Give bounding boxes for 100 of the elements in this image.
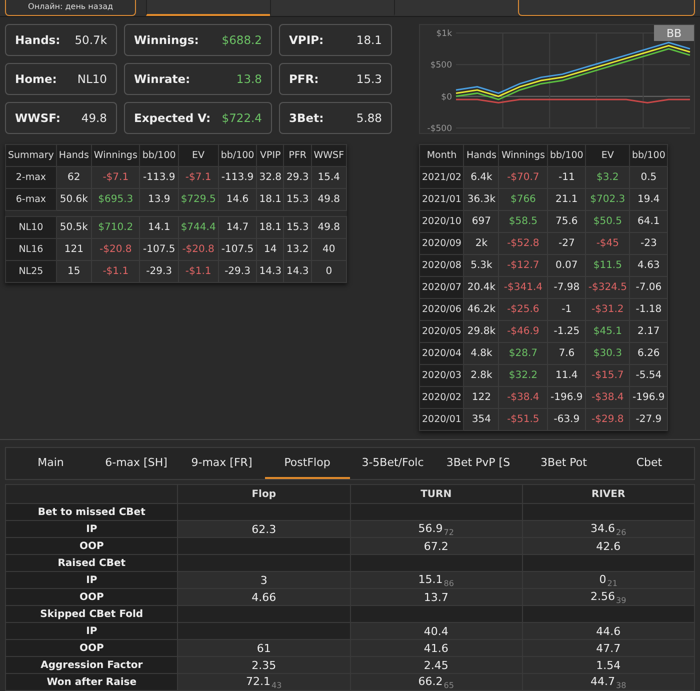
table-cell: 15.4 — [311, 166, 347, 188]
table-cell: -1 — [547, 298, 586, 320]
table-cell: 50.6k — [56, 188, 92, 210]
tick-label: $500 — [430, 60, 452, 71]
tab[interactable]: Main — [8, 448, 94, 479]
table-cell: -$52.8 — [498, 232, 548, 254]
table-cell: 4.8k — [464, 342, 499, 364]
table-cell: 66.2$_{65}$ — [350, 674, 522, 690]
row-label: IP — [6, 520, 178, 538]
table-cell: -$7.1 — [91, 166, 140, 188]
tab[interactable]: 3Bet Pot — [521, 448, 606, 479]
table-cell: 32.8 — [256, 166, 284, 188]
table-cell: 47.7 — [522, 640, 694, 656]
table-cell: 44.7$_{38}$ — [522, 674, 694, 690]
table-cell: 2.8k — [464, 364, 499, 386]
table-cell: -$38.4 — [498, 386, 548, 408]
table-cell: 56.9$_{72}$ — [350, 520, 522, 538]
table-cell: -$51.5 — [498, 408, 548, 430]
row-label: 2020/06 — [420, 298, 464, 320]
table-cell: 29.8k — [464, 320, 499, 342]
table-cell: 1.54 — [522, 656, 694, 674]
column-header: Hands — [56, 144, 92, 166]
table-cell: 72.1$_{43}$ — [178, 674, 350, 690]
table-cell: 2.35 — [178, 656, 350, 674]
table-cell: -$324.5 — [586, 276, 630, 298]
table-cell: -5.54 — [629, 364, 668, 386]
table-cell: 121 — [56, 238, 92, 260]
table-cell: 6.4k — [464, 166, 499, 188]
table-cell: 2.45 — [350, 656, 522, 674]
tab[interactable]: 3Bet PvP [S — [436, 448, 521, 479]
table-cell: -$46.9 — [498, 320, 548, 342]
table-cell: $729.5 — [178, 188, 218, 210]
stat-value: 18.1 — [356, 33, 382, 47]
stat-value: $688.2 — [222, 33, 262, 47]
tab[interactable]: 9-max [FR] — [179, 448, 264, 479]
tab[interactable]: 3-5Bet/Folc — [350, 448, 436, 479]
row-label: 2021/02 — [420, 166, 464, 188]
table-cell: 49.8 — [311, 188, 347, 210]
row-label: Aggression Factor — [6, 656, 178, 674]
unit-button[interactable]: BB — [654, 25, 694, 41]
header-button[interactable] — [518, 0, 695, 16]
tab[interactable]: Cbet — [606, 448, 692, 479]
table-cell: 0.07 — [547, 254, 586, 276]
table-cell: -7.98 — [547, 276, 586, 298]
table-cell: 14.6 — [218, 188, 257, 210]
table-cell: $695.3 — [91, 188, 140, 210]
table-cell: 3 — [178, 572, 350, 588]
column-header: Summary — [6, 144, 56, 166]
row-label: OOP — [6, 538, 178, 554]
stat-value: 5.88 — [356, 111, 382, 125]
table-cell: 42.6 — [522, 538, 694, 554]
stat-label: 3Bet: — [289, 111, 324, 125]
table-cell: 2k — [464, 232, 499, 254]
table-cell: -$70.7 — [498, 166, 548, 188]
row-label: 2020/07 — [420, 276, 464, 298]
table-cell: -$7.1 — [178, 166, 218, 188]
tab[interactable]: PostFlop — [264, 448, 350, 479]
row-label: OOP — [6, 640, 178, 656]
table-cell: 354 — [464, 408, 499, 430]
table-cell: 50.5k — [56, 216, 92, 238]
row-label: 2021/01 — [420, 188, 464, 210]
column-header: Month — [420, 144, 464, 166]
nav-tab[interactable] — [146, 0, 270, 16]
tab[interactable]: 6-max [SH] — [94, 448, 179, 479]
table-cell: 18.1 — [256, 188, 284, 210]
row-label: Won after Raise — [6, 674, 178, 690]
table-cell: -29.3 — [218, 260, 257, 282]
table-cell: 0.5 — [629, 166, 668, 188]
table-cell: 697 — [464, 210, 499, 232]
row-label: NL10 — [6, 216, 56, 238]
table-cell: 21.1 — [547, 188, 586, 210]
column-header: RIVER — [522, 484, 694, 504]
table-cell: $710.2 — [91, 216, 140, 238]
row-label: 2020/01 — [420, 408, 464, 430]
row-label: OOP — [6, 588, 178, 606]
table-cell: 4.66 — [178, 588, 350, 606]
stat-value: NL10 — [77, 72, 107, 86]
table-cell: -$1.1 — [91, 260, 140, 282]
row-label: 2020/09 — [420, 232, 464, 254]
table-cell: 62 — [56, 166, 92, 188]
table-cell: 64.1 — [629, 210, 668, 232]
table-cell: 46.2k — [464, 298, 499, 320]
stat-value: 15.3 — [356, 72, 382, 86]
row-label: NL25 — [6, 260, 56, 282]
table-cell: 20.4k — [464, 276, 499, 298]
column-header: TURN — [350, 484, 522, 504]
table-cell: $32.2 — [498, 364, 548, 386]
table-cell: 2.56$_{39}$ — [522, 588, 694, 606]
table-cell: -$29.8 — [586, 408, 630, 430]
table-cell: 61 — [178, 640, 350, 656]
table-cell: $3.2 — [586, 166, 630, 188]
status-button[interactable]: Онлайн: день назад — [5, 0, 136, 16]
table-cell: $58.5 — [498, 210, 548, 232]
table-cell: $28.7 — [498, 342, 548, 364]
table-cell: 15.3 — [284, 188, 312, 210]
table-cell: 2.17 — [629, 320, 668, 342]
stat-value: 50.7k — [74, 33, 107, 47]
table-cell: 41.6 — [350, 640, 522, 656]
stat-label: Winnings: — [134, 33, 199, 47]
table-cell: 0 — [311, 260, 347, 282]
